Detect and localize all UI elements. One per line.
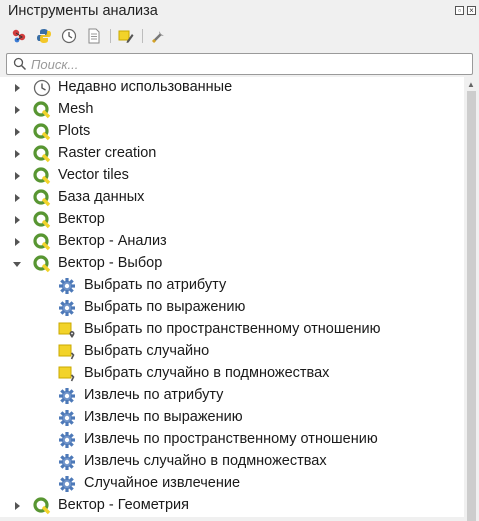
scrollbar-thumb[interactable] <box>467 91 476 521</box>
select-location-icon <box>58 322 75 338</box>
scroll-up-icon[interactable]: ▲ <box>467 80 475 89</box>
tree-group-label: Vector tiles <box>58 167 129 183</box>
tree-group-label: База данных <box>58 189 145 205</box>
tree-tool-item[interactable]: Извлечь по выражению <box>0 407 464 429</box>
tree-tool-item[interactable]: Выбрать по атрибуту <box>0 275 464 297</box>
tree-group-label: Mesh <box>58 101 94 117</box>
tree-tool-item[interactable]: Выбрать по пространственному отношению <box>0 319 464 341</box>
panel-title: Инструменты анализа <box>8 3 158 19</box>
chevron-right-icon[interactable] <box>12 149 22 159</box>
tree-tool-label: Извлечь по пространственному отношению <box>84 431 378 447</box>
gear-icon <box>59 300 75 316</box>
tree-group-mesh[interactable]: Mesh <box>0 99 464 121</box>
clock-icon <box>33 79 51 97</box>
tree-group-raster-creation[interactable]: Raster creation <box>0 143 464 165</box>
options-icon[interactable] <box>150 27 168 45</box>
tree-tool-item[interactable]: Выбрать случайно <box>0 341 464 363</box>
tree-tool-item[interactable]: Случайное извлечение <box>0 473 464 495</box>
tree-group-vector-geometry[interactable]: Вектор - Геометрия <box>0 495 464 517</box>
tree-group-vector-analysis[interactable]: Вектор - Анализ <box>0 231 464 253</box>
tree-tool-item[interactable]: Извлечь по атрибуту <box>0 385 464 407</box>
select-random-icon <box>58 366 75 382</box>
tree-group-label: Вектор - Выбор <box>58 255 163 271</box>
qgis-icon <box>33 211 51 229</box>
tree-tool-label: Выбрать по атрибуту <box>84 277 227 293</box>
search-icon <box>13 57 27 71</box>
qgis-icon <box>33 189 51 207</box>
tree-tool-label: Выбрать случайно в подмножествах <box>84 365 330 381</box>
tree-tool-label: Случайное извлечение <box>84 475 241 491</box>
chevron-right-icon[interactable] <box>12 127 22 137</box>
tree-group-label: Raster creation <box>58 145 157 161</box>
tree-group-label: Вектор <box>58 211 105 227</box>
toolbox-tree: Недавно использованные Mesh Plots Raster… <box>0 77 464 517</box>
qgis-icon <box>33 145 51 163</box>
close-panel-button[interactable]: × <box>467 6 476 15</box>
chevron-right-icon[interactable] <box>12 501 22 511</box>
chevron-right-icon[interactable] <box>12 83 22 93</box>
tree-group-label: Plots <box>58 123 91 139</box>
tree-tool-item[interactable]: Извлечь случайно в подмножествах <box>0 451 464 473</box>
tree-group-label: Вектор - Геометрия <box>58 497 189 513</box>
tree-tool-label: Извлечь по атрибуту <box>84 387 224 403</box>
toolbar <box>0 24 479 48</box>
tree-group-recent[interactable]: Недавно использованные <box>0 77 464 99</box>
tree-scrollbar[interactable]: ▲ <box>464 77 479 521</box>
toolbar-separator <box>142 29 143 43</box>
tree-tool-item[interactable]: Извлечь по пространственному отношению <box>0 429 464 451</box>
gear-icon <box>59 476 75 492</box>
python-icon[interactable] <box>35 27 53 45</box>
qgis-icon <box>33 255 51 273</box>
tree-group-label: Вектор - Анализ <box>58 233 167 249</box>
toolbar-separator <box>110 29 111 43</box>
gear-icon <box>59 410 75 426</box>
results-icon[interactable] <box>85 27 103 45</box>
select-random-icon <box>58 344 75 360</box>
tree-tool-label: Выбрать по пространственному отношению <box>84 321 381 337</box>
chevron-right-icon[interactable] <box>12 105 22 115</box>
tree-tool-label: Извлечь случайно в подмножествах <box>84 453 327 469</box>
tree-group-plots[interactable]: Plots <box>0 121 464 143</box>
gear-icon <box>59 278 75 294</box>
search-input[interactable] <box>31 56 451 72</box>
qgis-icon <box>33 233 51 251</box>
edit-features-icon[interactable] <box>117 27 135 45</box>
tree-group-label: Недавно использованные <box>58 79 233 95</box>
gear-icon <box>59 432 75 448</box>
history-icon[interactable] <box>60 27 78 45</box>
panel-titlebar: Инструменты анализа ▫ × <box>0 0 479 24</box>
qgis-icon <box>33 167 51 185</box>
tree-group-vector-selection[interactable]: Вектор - Выбор <box>0 253 464 275</box>
gear-icon <box>59 388 75 404</box>
gear-icon <box>59 454 75 470</box>
tree-group-vector[interactable]: Вектор <box>0 209 464 231</box>
models-icon[interactable] <box>10 27 28 45</box>
chevron-right-icon[interactable] <box>12 215 22 225</box>
qgis-icon <box>33 497 51 515</box>
chevron-right-icon[interactable] <box>12 237 22 247</box>
tree-tool-item[interactable]: Выбрать случайно в подмножествах <box>0 363 464 385</box>
search-box[interactable] <box>6 53 473 75</box>
tree-tool-label: Извлечь по выражению <box>84 409 243 425</box>
tree-tool-item[interactable]: Выбрать по выражению <box>0 297 464 319</box>
chevron-right-icon[interactable] <box>12 171 22 181</box>
tree-group-vector-tiles[interactable]: Vector tiles <box>0 165 464 187</box>
float-panel-button[interactable]: ▫ <box>455 6 464 15</box>
tree-tool-label: Выбрать случайно <box>84 343 210 359</box>
chevron-right-icon[interactable] <box>12 193 22 203</box>
tree-tool-label: Выбрать по выражению <box>84 299 246 315</box>
qgis-icon <box>33 123 51 141</box>
tree-group-database[interactable]: База данных <box>0 187 464 209</box>
qgis-icon <box>33 101 51 119</box>
chevron-down-icon[interactable] <box>12 259 22 269</box>
